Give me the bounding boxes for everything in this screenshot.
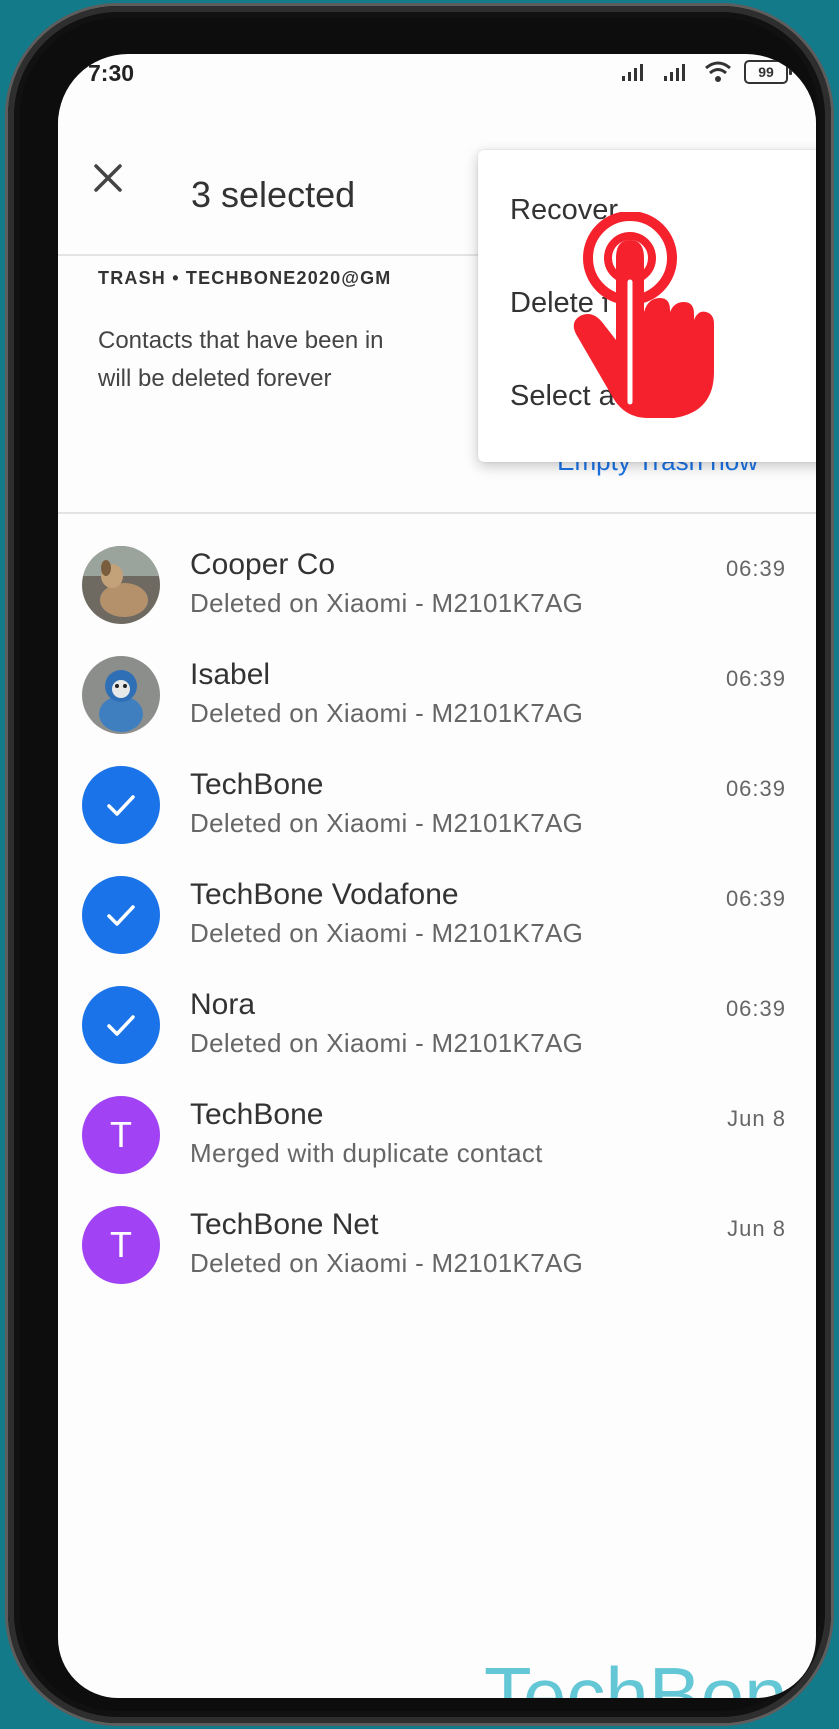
contact-time: Jun 8 bbox=[727, 1106, 786, 1131]
contact-row[interactable]: Nora Deleted on Xiaomi - M2101K7AG 06:39 bbox=[58, 986, 816, 1096]
check-icon bbox=[107, 795, 135, 816]
signal-icon bbox=[664, 64, 685, 81]
contact-row[interactable]: Isabel Deleted on Xiaomi - M2101K7AG 06:… bbox=[58, 656, 816, 766]
contact-name: TechBone bbox=[190, 1098, 324, 1131]
avatar bbox=[82, 766, 160, 844]
contact-name: Isabel bbox=[190, 658, 271, 691]
dog-photo-icon bbox=[82, 546, 160, 624]
contact-time: 06:39 bbox=[725, 556, 786, 581]
contact-subtitle: Deleted on Xiaomi - M2101K7AG bbox=[190, 808, 584, 838]
wifi-icon bbox=[705, 61, 731, 82]
plush-photo-icon bbox=[82, 656, 160, 734]
avatar: T bbox=[82, 1096, 160, 1174]
contact-subtitle: Deleted on Xiaomi - M2101K7AG bbox=[190, 698, 584, 728]
contact-name: TechBone bbox=[190, 768, 324, 801]
contact-name: TechBone Net bbox=[190, 1208, 379, 1241]
battery-icon: 99 bbox=[744, 60, 792, 84]
contact-row[interactable]: T TechBone Merged with duplicate contact… bbox=[58, 1096, 816, 1206]
signal-icon bbox=[622, 64, 643, 81]
tap-hand-icon bbox=[573, 212, 714, 418]
avatar bbox=[82, 986, 160, 1064]
contact-subtitle: Deleted on Xiaomi - M2101K7AG bbox=[190, 918, 584, 948]
contact-name: TechBone Vodafone bbox=[190, 878, 459, 911]
trash-description: Contacts that have been in will be delet… bbox=[98, 327, 384, 392]
status-icons: 99 bbox=[620, 60, 792, 84]
close-button[interactable] bbox=[86, 156, 130, 200]
contact-subtitle: Deleted on Xiaomi - M2101K7AG bbox=[190, 1028, 584, 1058]
trash-header: TRASH • TECHBONE2020@GM bbox=[98, 268, 392, 288]
contact-subtitle: Deleted on Xiaomi - M2101K7AG bbox=[190, 1248, 584, 1278]
status-time: 7:30 bbox=[88, 60, 135, 86]
contact-name: Nora bbox=[190, 988, 256, 1021]
close-icon bbox=[94, 164, 122, 192]
contact-time: Jun 8 bbox=[727, 1216, 786, 1241]
contact-time: 06:39 bbox=[725, 776, 786, 801]
check-icon bbox=[107, 1015, 135, 1036]
avatar: T bbox=[82, 1206, 160, 1284]
contact-row[interactable]: Cooper Co Deleted on Xiaomi - M2101K7AG … bbox=[58, 546, 816, 656]
contact-time: 06:39 bbox=[725, 666, 786, 691]
page-title: 3 selected bbox=[191, 174, 356, 215]
phone-frame: 7:30 99 3 selected TRASH • TECHBONE2020@… bbox=[8, 6, 831, 1723]
watermark-logo: TechBone bbox=[484, 1651, 816, 1698]
contact-row[interactable]: TechBone Deleted on Xiaomi - M2101K7AG 0… bbox=[58, 766, 816, 876]
contact-time: 06:39 bbox=[725, 886, 786, 911]
avatar bbox=[82, 546, 160, 624]
contact-row[interactable]: TechBone Vodafone Deleted on Xiaomi - M2… bbox=[58, 876, 816, 986]
avatar bbox=[82, 656, 160, 734]
contact-row[interactable]: T TechBone Net Deleted on Xiaomi - M2101… bbox=[58, 1206, 816, 1316]
divider bbox=[58, 512, 816, 514]
check-icon bbox=[107, 905, 135, 926]
contact-subtitle: Merged with duplicate contact bbox=[190, 1138, 543, 1168]
contact-name: Cooper Co bbox=[190, 548, 336, 581]
contact-time: 06:39 bbox=[725, 996, 786, 1021]
screen: 7:30 99 3 selected TRASH • TECHBONE2020@… bbox=[58, 54, 816, 1698]
status-bar: 7:30 99 bbox=[58, 54, 816, 116]
avatar bbox=[82, 876, 160, 954]
contact-subtitle: Deleted on Xiaomi - M2101K7AG bbox=[190, 588, 584, 618]
